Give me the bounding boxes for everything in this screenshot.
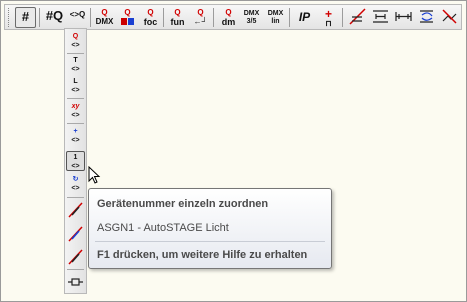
dmx-35-button[interactable]: DMX 3/5 <box>241 7 262 28</box>
main-toolbar: # #Q <>Q Q DMX Q Q foc Q fun Q ←┘ Q dm D… <box>4 4 462 30</box>
toolbar-separator <box>213 8 214 27</box>
tooltip: Gerätenummer einzeln zuordnen ASGN1 - Au… <box>88 188 332 269</box>
dmx-lin-button[interactable]: DMX lin <box>265 7 286 28</box>
fun-q-button[interactable]: Q fun <box>167 7 188 28</box>
hash-q-button[interactable]: #Q <box>44 7 65 28</box>
cross-pen-3-icon[interactable] <box>66 248 85 268</box>
dmx-q-button[interactable]: Q DMX <box>94 7 115 28</box>
tooltip-divider <box>95 241 325 242</box>
cross-pen-1-icon[interactable] <box>66 201 85 221</box>
color-q-button[interactable]: Q <box>117 7 138 28</box>
span-tool-icon[interactable] <box>393 7 414 28</box>
rotate-tag-button[interactable]: ↻ <> <box>66 175 85 195</box>
tooltip-title: Gerätenummer einzeln zuordnen <box>97 198 269 210</box>
toolbar-separator <box>289 8 290 27</box>
swap-tool-icon[interactable] <box>416 7 437 28</box>
mouse-pointer-icon <box>88 166 101 184</box>
toolbar-separator <box>67 269 84 270</box>
q-arrows-button[interactable]: Q ←┘ <box>190 7 211 28</box>
dm-q-button[interactable]: Q dm <box>218 7 239 28</box>
connector-icon[interactable] <box>66 273 85 293</box>
vertical-toolbar: Q <> T <> L <> xy <> + <> 1 <> ↻ <> <box>64 28 87 294</box>
width-tool-icon[interactable] <box>370 7 391 28</box>
q-tag-button[interactable]: Q <> <box>66 32 85 52</box>
toolbar-separator <box>39 8 40 27</box>
toolbar-separator <box>67 98 84 99</box>
focus-q-button[interactable]: Q foc <box>140 7 161 28</box>
tooltip-help: F1 drücken, um weitere Hilfe zu erhalten <box>97 249 308 261</box>
toolbar-separator <box>67 197 84 198</box>
toolbar-grip[interactable] <box>8 8 12 27</box>
xy-tag-button[interactable]: xy <> <box>66 102 85 122</box>
toolbar-separator <box>163 8 164 27</box>
t-tag-button[interactable]: T <> <box>66 56 85 76</box>
tooltip-body: ASGN1 - AutoSTAGE Licht <box>97 222 229 234</box>
color-swatch-icon <box>120 18 134 25</box>
cross-pen-2-icon[interactable] <box>66 225 85 245</box>
toolbar-separator <box>67 53 84 54</box>
l-tag-button[interactable]: L <> <box>66 77 85 97</box>
ip-button[interactable]: IP <box>294 7 315 28</box>
add-plus-button[interactable]: + ⊓ <box>318 7 339 28</box>
hash-button[interactable]: # <box>15 7 36 28</box>
toolbar-separator <box>67 123 84 124</box>
no-draw-icon[interactable] <box>439 7 460 28</box>
add-tag-button[interactable]: + <> <box>66 127 85 147</box>
assign-number-button[interactable]: 1 <> <box>66 151 85 171</box>
strike-tool-icon[interactable] <box>347 7 368 28</box>
q-compare-button[interactable]: <>Q <box>67 7 88 28</box>
toolbar-separator <box>90 8 91 27</box>
toolbar-separator <box>342 8 343 27</box>
